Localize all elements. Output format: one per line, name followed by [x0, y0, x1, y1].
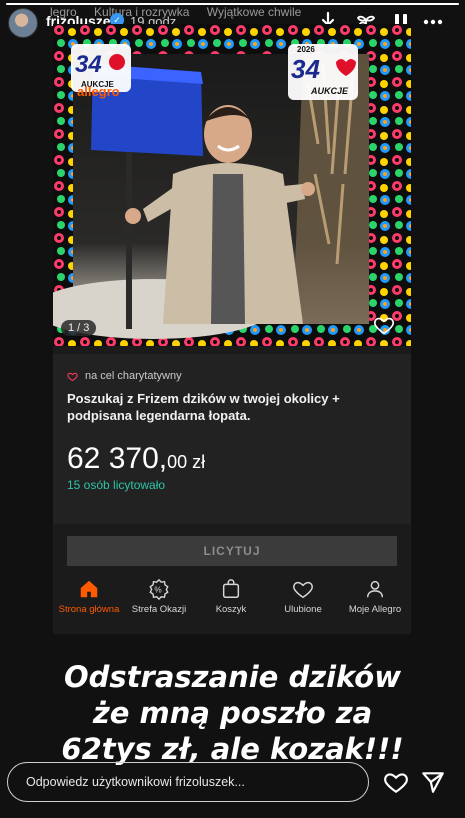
nav-item-deals[interactable]: % Strefa Okazji: [123, 578, 195, 615]
svg-text:2026: 2026: [297, 45, 315, 54]
svg-text:34: 34: [291, 54, 320, 84]
bidders-count[interactable]: 15 osób licytowało: [67, 478, 165, 492]
bid-area: LICYTUJ: [53, 528, 411, 574]
user-icon: [366, 580, 384, 598]
svg-text:34: 34: [75, 51, 102, 78]
caption-line-2: że mną poszło za: [92, 696, 373, 730]
listing-info: na cel charytatywny Poszukaj z Frizem dz…: [53, 354, 411, 524]
listing-photo[interactable]: 34 AUKCJE allegro 2026 34 AUKCJE 1 / 3: [53, 24, 411, 346]
nav-item-home[interactable]: Strona główna: [53, 578, 125, 615]
svg-text:allegro: allegro: [77, 84, 120, 99]
listing-card: 34 AUKCJE allegro 2026 34 AUKCJE 1 / 3 n…: [53, 24, 411, 634]
nav-label-favorites: Ulubione: [284, 604, 322, 615]
nav-label-deals: Strefa Okazji: [131, 604, 187, 615]
reply-input[interactable]: [7, 762, 369, 802]
favorites-heart-icon: [293, 581, 313, 599]
favorite-heart-icon[interactable]: [373, 314, 395, 336]
cart-bag-icon: [222, 579, 240, 598]
nav-item-account[interactable]: Moje Allegro: [339, 578, 411, 615]
home-icon: [80, 580, 98, 598]
story-progress-fill: [6, 3, 459, 5]
auction-badge-right: 2026 34 AUKCJE: [288, 44, 358, 100]
caption-line-3: 62tys zł, ale kozak!!!: [61, 732, 404, 766]
nav-item-favorites[interactable]: Ulubione: [267, 578, 339, 615]
send-icon[interactable]: [420, 769, 446, 795]
charity-label: na cel charytatywny: [85, 370, 182, 382]
nav-label-account: Moje Allegro: [348, 604, 402, 615]
nav-label-home: Strona główna: [58, 604, 120, 615]
caption-line-1: Odstraszanie dzików: [63, 660, 401, 694]
bottom-navigation: Strona główna % Strefa Okazji Koszyk Ulu…: [53, 572, 411, 622]
svg-text:AUKCJE: AUKCJE: [310, 86, 349, 96]
price-main: 62 370,: [67, 442, 168, 475]
avatar[interactable]: [8, 8, 38, 38]
story-progress-bar: [6, 3, 459, 5]
charity-heart-icon: [67, 372, 78, 381]
nav-label-cart: Koszyk: [215, 604, 247, 615]
listing-price: 62 370,00 zł: [67, 442, 205, 476]
photo-illustration: 34 AUKCJE allegro 2026 34 AUKCJE: [53, 24, 411, 346]
svg-text:%: %: [154, 586, 162, 595]
price-decimal: 00 zł: [167, 452, 206, 472]
nav-item-cart[interactable]: Koszyk: [195, 578, 267, 615]
more-options-icon[interactable]: [421, 10, 445, 34]
like-heart-icon[interactable]: [383, 769, 409, 795]
listing-title[interactable]: Poszukaj z Frizem dzików w twojej okolic…: [67, 390, 387, 424]
bid-button[interactable]: LICYTUJ: [67, 536, 397, 566]
deals-percent-icon: %: [149, 578, 169, 600]
photo-pagination: 1 / 3: [61, 320, 97, 336]
